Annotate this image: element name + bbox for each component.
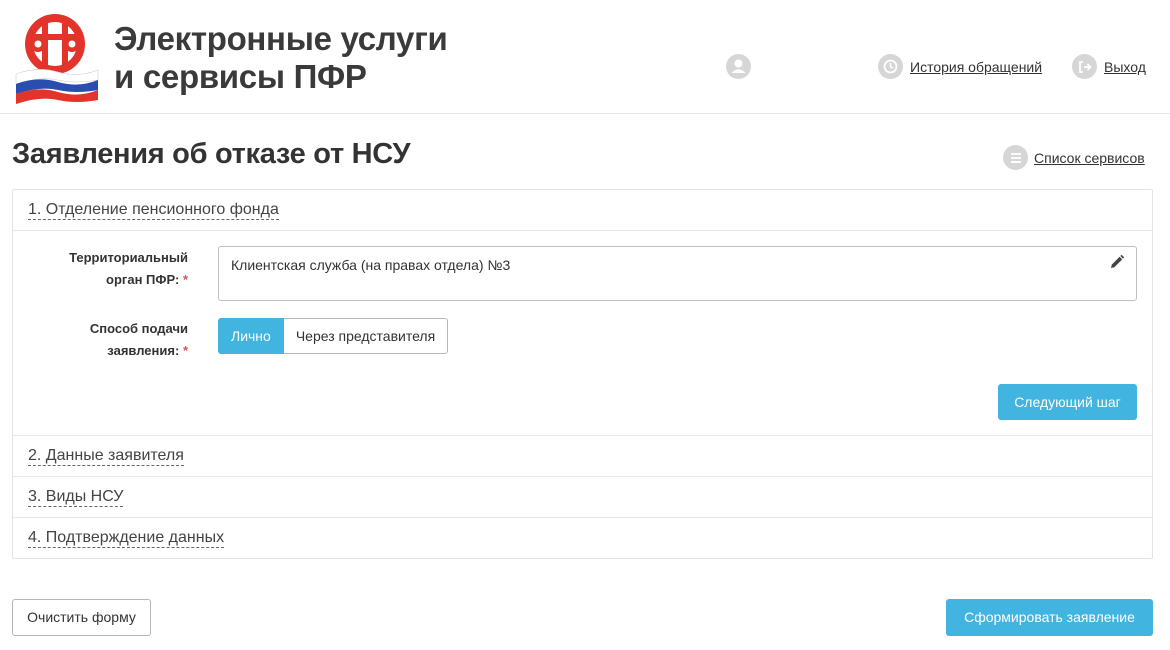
method-label-line1: Способ подачи xyxy=(89,321,188,336)
page-title: Заявления об отказе от НСУ xyxy=(12,138,411,170)
method-option-personal[interactable]: Лично xyxy=(218,318,284,354)
required-mark: * xyxy=(182,343,188,358)
section-4-header[interactable]: 4. Подтверждение данных xyxy=(13,518,1152,559)
site-header: Электронные услуги и сервисы ПФР История… xyxy=(0,0,1170,114)
pfr-logo[interactable] xyxy=(10,12,100,104)
exit-link-label[interactable]: Выход xyxy=(1104,59,1146,75)
method-label: Способ подачи заявления: * xyxy=(13,318,188,362)
history-icon xyxy=(878,54,903,79)
method-label-line2: заявления: xyxy=(107,343,180,358)
territorial-label: Территориальный орган ПФР: * xyxy=(13,247,188,291)
territorial-value: Клиентская служба (на правах отдела) №3 xyxy=(231,257,511,273)
services-list-label[interactable]: Список сервисов xyxy=(1034,150,1145,166)
territorial-field[interactable]: Клиентская служба (на правах отдела) №3 xyxy=(218,246,1137,301)
method-toggle: Лично Через представителя xyxy=(218,318,449,354)
clear-form-button[interactable]: Очистить форму xyxy=(12,599,151,636)
required-mark: * xyxy=(182,272,188,287)
section-2-title[interactable]: 2. Данные заявителя xyxy=(28,447,184,466)
pencil-icon[interactable] xyxy=(1108,253,1126,271)
section-2-header[interactable]: 2. Данные заявителя xyxy=(13,436,1152,477)
territorial-label-line1: Территориальный xyxy=(69,250,188,265)
section-3-header[interactable]: 3. Виды НСУ xyxy=(13,477,1152,518)
services-list-link[interactable]: Список сервисов xyxy=(1003,145,1145,170)
section-1-header[interactable]: 1. Отделение пенсионного фонда xyxy=(13,190,1152,231)
section-1-body: Территориальный орган ПФР: * Клиентская … xyxy=(13,231,1152,436)
history-link[interactable]: История обращений xyxy=(878,54,1042,79)
territorial-label-line2: орган ПФР: xyxy=(106,272,180,287)
next-step-button[interactable]: Следующий шаг xyxy=(998,384,1137,420)
section-1-title[interactable]: 1. Отделение пенсионного фонда xyxy=(28,201,279,220)
history-link-label[interactable]: История обращений xyxy=(910,59,1042,75)
method-option-representative[interactable]: Через представителя xyxy=(283,318,449,354)
list-icon xyxy=(1003,145,1028,170)
brand-line-2: и сервисы ПФР xyxy=(114,58,367,95)
exit-link[interactable]: Выход xyxy=(1072,54,1146,79)
user-icon[interactable] xyxy=(726,54,751,79)
exit-icon xyxy=(1072,54,1097,79)
form-accordion: 1. Отделение пенсионного фонда Территори… xyxy=(12,189,1153,559)
brand-title: Электронные услуги и сервисы ПФР xyxy=(114,20,448,96)
section-3-title[interactable]: 3. Виды НСУ xyxy=(28,488,124,507)
section-4-title[interactable]: 4. Подтверждение данных xyxy=(28,529,225,548)
brand-line-1: Электронные услуги xyxy=(114,20,448,57)
submit-application-button[interactable]: Сформировать заявление xyxy=(946,599,1153,636)
